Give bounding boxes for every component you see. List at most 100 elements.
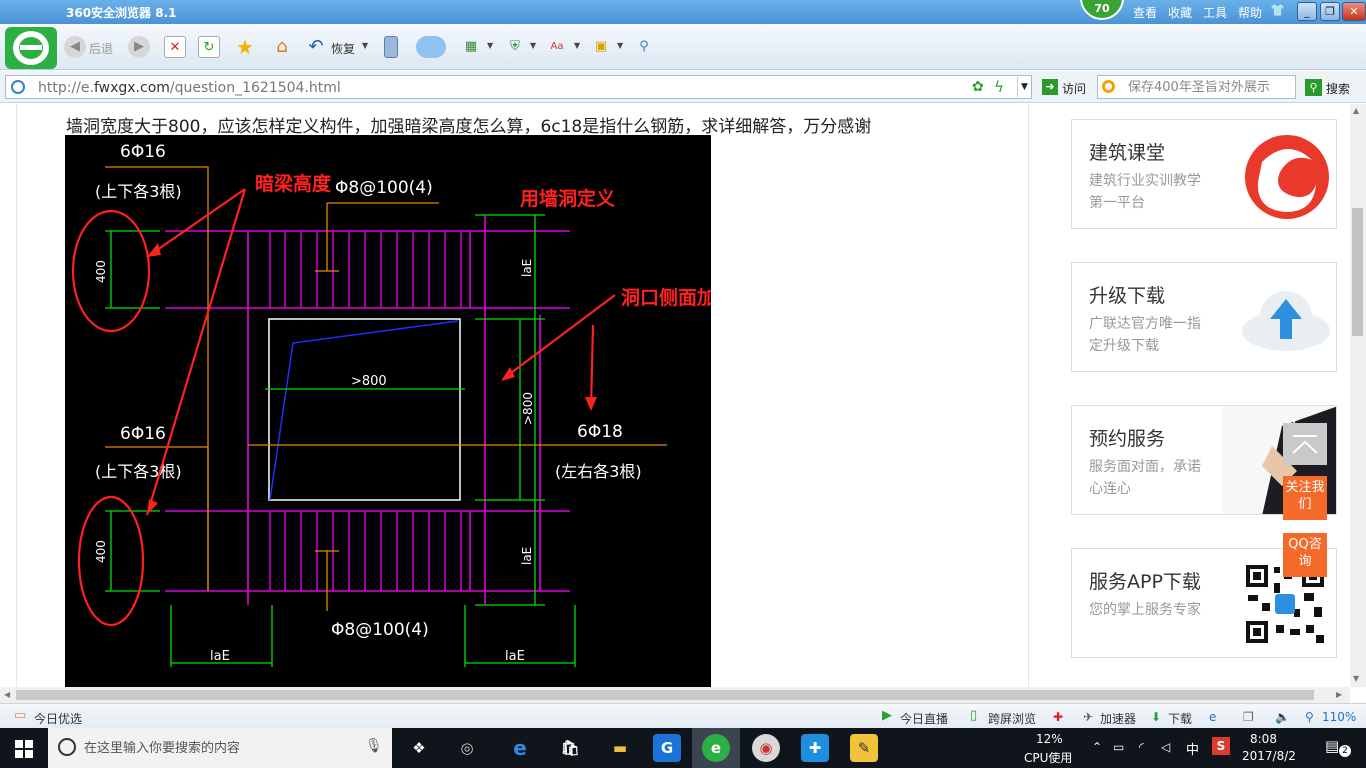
cross-screen-link[interactable]: 跨屏浏览 — [988, 710, 1036, 727]
store-icon[interactable]: 🛍 — [556, 734, 584, 762]
restore-icon[interactable]: ↶ — [305, 36, 327, 58]
speaker-icon[interactable]: ◁ — [1161, 740, 1170, 754]
zoom-search-icon[interactable]: ⚲ — [633, 36, 655, 58]
translate-icon[interactable]: Aa — [546, 36, 568, 58]
vertical-scrollbar[interactable]: ▲ ▼ — [1350, 104, 1366, 687]
chevron-down-icon[interactable]: ▼ — [362, 41, 368, 50]
scrollbar-thumb[interactable] — [1352, 208, 1363, 336]
clock-date[interactable]: 2017/8/2 — [1242, 749, 1296, 763]
qq-consult-button[interactable]: QQ咨询 — [1283, 533, 1327, 577]
security-score-badge[interactable]: 70 — [1080, 0, 1124, 20]
scroll-down-icon[interactable]: ▼ — [1353, 674, 1359, 683]
close-button[interactable]: ✕ — [1342, 2, 1366, 21]
label-bottom-bars: 6Φ16 — [120, 424, 166, 444]
shield-icon[interactable]: ⛨ — [504, 36, 526, 58]
skin-icon[interactable]: 👕 — [1270, 3, 1285, 17]
today-live-link[interactable]: 今日直播 — [900, 710, 948, 727]
notification-icon[interactable]: ▤ — [1325, 737, 1339, 755]
lightning-icon[interactable]: ϟ — [994, 78, 1004, 96]
label-height: >800 — [521, 392, 535, 425]
ie-icon[interactable]: e — [1209, 710, 1216, 724]
back-button[interactable]: 后退 — [89, 40, 113, 57]
screenshot-icon[interactable]: ▣ — [590, 36, 612, 58]
scroll-right-icon[interactable]: ▶ — [1336, 690, 1342, 699]
scroll-left-icon[interactable]: ◀ — [4, 690, 10, 699]
card-upgrade-download[interactable]: 升级下载 广联达官方唯一指定升级下载 — [1071, 262, 1337, 372]
follow-us-button[interactable]: 关注我们 — [1283, 476, 1327, 520]
gift-icon: ▭ — [14, 708, 27, 723]
chevron-down-icon[interactable]: ▼ — [574, 41, 580, 50]
microphone-icon[interactable]: 🎙 — [365, 738, 383, 754]
restore-button[interactable]: 恢复 — [331, 40, 355, 57]
search-button[interactable]: 搜索 — [1326, 80, 1350, 97]
app-swirl-icon[interactable]: ◎ — [453, 734, 481, 762]
question-title: 墙洞宽度大于800，应该怎样定义构件，加强暗梁高度怎么算，6c18是指什么钢筋，… — [66, 117, 872, 137]
favorite-star-icon[interactable]: ★ — [234, 36, 256, 58]
status-bar: ▭ 今日优选 ▶ 今日直播 ▯ 跨屏浏览 ✚ ✈ 加速器 ⬇ 下载 e ❐ 🔈 … — [0, 703, 1366, 728]
refresh-small-icon[interactable]: ✿ — [972, 79, 984, 95]
scroll-up-icon[interactable]: ▲ — [1353, 106, 1359, 115]
download-link[interactable]: 下载 — [1168, 710, 1192, 727]
apps-grid-icon[interactable]: ▦ — [460, 36, 482, 58]
edge-icon[interactable]: e — [506, 734, 534, 762]
label-dim-400-bottom: 400 — [94, 540, 108, 563]
zoom-level[interactable]: 110% — [1322, 710, 1356, 724]
menu-view[interactable]: 查看 — [1133, 4, 1157, 21]
taskbar-search: 🎙 — [48, 728, 392, 768]
card-course[interactable]: 建筑课堂 建筑行业实训教学第一平台 — [1071, 119, 1337, 229]
app-circle-icon[interactable]: ◉ — [752, 734, 780, 762]
cortana-icon[interactable] — [58, 738, 76, 756]
ime-indicator[interactable]: 中 — [1186, 739, 1199, 758]
url-text[interactable]: http://e.fwxgx.com/question_1621504.html — [38, 80, 341, 96]
wifi-icon[interactable]: ◜ — [1139, 740, 1144, 754]
menu-tools[interactable]: 工具 — [1203, 4, 1227, 21]
glodon-icon[interactable]: G — [653, 734, 681, 762]
minimize-button[interactable]: _ — [1297, 2, 1317, 21]
volume-icon[interactable]: 🔈 — [1275, 710, 1290, 724]
chevron-down-icon[interactable]: ▼ — [487, 41, 493, 50]
search-icon[interactable]: ⚲ — [1305, 79, 1322, 96]
visit-button[interactable]: 访问 — [1062, 80, 1086, 97]
task-view-icon[interactable]: ❖ — [405, 734, 433, 762]
windows-start-icon[interactable] — [15, 740, 33, 758]
refresh-icon[interactable]: ↻ — [198, 36, 220, 58]
taskbar-search-input[interactable] — [84, 739, 364, 757]
sogou-icon[interactable]: S — [1212, 737, 1230, 755]
mobile-icon[interactable] — [384, 36, 398, 58]
stop-icon[interactable]: ✕ — [164, 36, 186, 58]
chevron-down-icon[interactable]: ▼ — [530, 41, 536, 50]
horizontal-scrollbar[interactable]: ◀ ▶ — [0, 687, 1350, 703]
tray-expand-icon[interactable]: ⌃ — [1092, 740, 1102, 754]
browser-logo-icon[interactable] — [5, 27, 57, 69]
card-title: 服务APP下载 — [1089, 571, 1201, 593]
globe-icon — [11, 80, 25, 94]
accelerator-link[interactable]: 加速器 — [1100, 710, 1136, 727]
plugin-icon[interactable]: ✚ — [1053, 710, 1063, 724]
today-picks-link[interactable]: 今日优选 — [34, 710, 82, 727]
search-input[interactable] — [1128, 79, 1294, 95]
back-icon[interactable]: ◀ — [64, 36, 86, 58]
address-bar[interactable]: http://e.fwxgx.com/question_1621504.html… — [5, 75, 1032, 99]
scrollbar-thumb[interactable] — [16, 690, 1314, 700]
file-explorer-icon[interactable]: ▬ — [606, 734, 634, 762]
menu-favorites[interactable]: 收藏 — [1168, 4, 1192, 21]
zoom-icon[interactable]: ⚲ — [1305, 710, 1314, 724]
card-desc: 建筑行业实训教学第一平台 — [1089, 173, 1201, 211]
home-icon[interactable]: ⌂ — [271, 36, 293, 58]
go-arrow-icon[interactable]: ➜ — [1042, 79, 1058, 95]
address-dropdown-icon[interactable]: ▼ — [1017, 77, 1031, 97]
notes-icon[interactable]: ✎ — [850, 734, 878, 762]
app-plus-icon[interactable]: ✚ — [801, 734, 829, 762]
browser-360-icon[interactable]: e — [702, 734, 730, 762]
search-engine-icon[interactable] — [1102, 80, 1115, 93]
window-icon[interactable]: ❐ — [1243, 710, 1254, 724]
menu-help[interactable]: 帮助 — [1238, 4, 1262, 21]
clock-time[interactable]: 8:08 — [1250, 732, 1277, 746]
battery-icon[interactable]: ▭ — [1113, 740, 1124, 754]
maximize-button[interactable]: ❐ — [1320, 2, 1340, 21]
chevron-down-icon[interactable]: ▼ — [617, 41, 623, 50]
forward-icon[interactable]: ▶ — [128, 36, 150, 58]
cloud-icon[interactable] — [416, 36, 446, 58]
title-bar: 360安全浏览器 8.1 70 查看 收藏 工具 帮助 👕 _ ❐ ✕ — [0, 0, 1366, 24]
back-to-top-button[interactable] — [1283, 423, 1327, 465]
